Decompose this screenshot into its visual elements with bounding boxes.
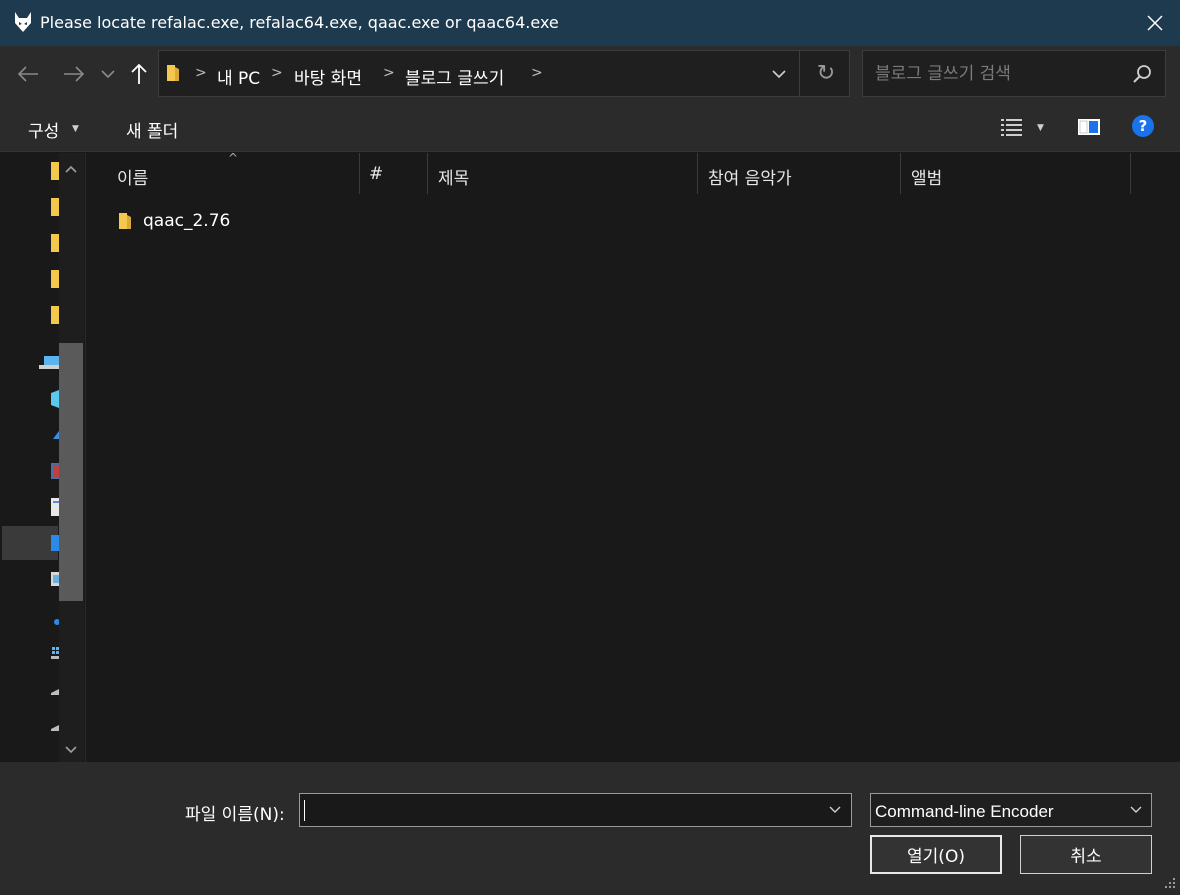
file-list[interactable]: ^ 이름 # 제목 참여 음악가 앨범 qaac_2.76: [87, 151, 1180, 762]
dialog-footer: 파일 이름(N): Command-line Encoder 열기(O) 취소: [0, 762, 1180, 895]
breadcrumb-desktop[interactable]: 바탕 화면: [294, 64, 362, 89]
view-options-button[interactable]: [1000, 115, 1024, 139]
filetype-select[interactable]: Command-line Encoder: [870, 793, 1152, 827]
window-title: Please locate refalac.exe, refalac64.exe…: [40, 13, 559, 32]
search-input[interactable]: [863, 51, 1123, 96]
back-arrow-icon: [17, 66, 38, 82]
folder-icon: [167, 65, 179, 81]
column-header-artist[interactable]: 참여 음악가: [698, 153, 900, 195]
resize-grip-icon[interactable]: [1163, 876, 1177, 890]
pictures-icon[interactable]: [49, 569, 59, 589]
downloads-icon[interactable]: [49, 425, 59, 445]
column-header-title[interactable]: 제목: [428, 153, 697, 195]
documents-icon[interactable]: [49, 497, 59, 517]
title-bar: Please locate refalac.exe, refalac64.exe…: [0, 0, 1180, 46]
svg-text:?: ?: [1139, 117, 1148, 135]
breadcrumb-blog-writing[interactable]: 블로그 글쓰기: [405, 64, 504, 89]
breadcrumb-separator: >: [195, 65, 207, 81]
search-icon[interactable]: [1129, 61, 1155, 87]
open-button[interactable]: 열기(O): [870, 835, 1002, 874]
caret-down-icon[interactable]: ▼: [1037, 123, 1044, 133]
chevron-down-icon[interactable]: [828, 802, 842, 816]
fox-icon: [15, 12, 31, 32]
view-details-icon: [1001, 119, 1022, 136]
folder-icon: [119, 213, 131, 229]
help-icon: ?: [1132, 115, 1154, 137]
command-bar: 구성 ▼ 새 폴더 ▼ ?: [0, 102, 1180, 152]
forward-arrow-icon: [64, 66, 85, 82]
column-label-number: #: [369, 164, 384, 184]
up-button[interactable]: [126, 60, 152, 88]
folder-icon[interactable]: [49, 233, 59, 253]
navigation-pane[interactable]: [0, 153, 86, 762]
chevron-down-icon: [101, 70, 115, 79]
column-label-title: 제목: [438, 169, 470, 189]
list-item[interactable]: qaac_2.76: [117, 208, 230, 234]
breadcrumb-this-pc[interactable]: 내 PC: [217, 64, 260, 89]
breadcrumb-separator: >: [271, 65, 283, 81]
scroll-up-icon[interactable]: [62, 160, 80, 178]
folder-icon[interactable]: [49, 197, 59, 217]
breadcrumb-separator: >: [531, 65, 543, 81]
filename-label: 파일 이름(N):: [185, 805, 285, 825]
address-history-dropdown[interactable]: [761, 51, 797, 96]
preview-pane-button[interactable]: [1077, 115, 1101, 139]
breadcrumb-separator: >: [383, 65, 395, 81]
column-label-album: 앨범: [911, 169, 943, 189]
desktop-icon[interactable]: [49, 533, 59, 553]
column-divider[interactable]: [1130, 153, 1131, 194]
back-button[interactable]: [14, 60, 42, 88]
recent-locations-button[interactable]: [98, 60, 118, 88]
this-pc-icon[interactable]: [38, 353, 59, 373]
music-icon[interactable]: [49, 611, 59, 631]
nav-scrollbar-thumb[interactable]: [59, 343, 83, 601]
filename-field[interactable]: [299, 793, 852, 827]
3d-objects-icon[interactable]: [49, 389, 59, 409]
column-header-name[interactable]: 이름: [87, 153, 359, 195]
cancel-button[interactable]: 취소: [1020, 835, 1152, 874]
new-folder-button[interactable]: 새 폴더: [126, 117, 178, 142]
column-label-artist: 참여 음악가: [708, 169, 792, 189]
folder-icon[interactable]: [49, 305, 59, 325]
address-divider: [799, 51, 800, 96]
chevron-down-icon: [1130, 806, 1142, 813]
filetype-value: Command-line Encoder: [875, 802, 1054, 821]
forward-button[interactable]: [60, 60, 88, 88]
videos-icon[interactable]: [49, 461, 59, 481]
preview-pane-icon: [1078, 119, 1100, 135]
drive-icon[interactable]: [49, 717, 59, 737]
drive-icon[interactable]: [49, 681, 59, 701]
caret-down-icon: ▼: [72, 124, 79, 134]
text-cursor: [304, 800, 305, 821]
refresh-button[interactable]: ↻: [804, 51, 848, 96]
search-box[interactable]: [862, 50, 1166, 97]
column-header-number[interactable]: #: [360, 153, 427, 195]
navigation-bar: > 내 PC > 바탕 화면 > 블로그 글쓰기 > ↻: [0, 46, 1180, 102]
help-button[interactable]: ?: [1131, 114, 1155, 138]
column-label-name: 이름: [117, 169, 149, 189]
organize-button[interactable]: 구성: [28, 117, 59, 142]
folder-icon[interactable]: [49, 161, 59, 181]
scroll-down-icon[interactable]: [62, 741, 80, 759]
folder-icon[interactable]: [49, 269, 59, 289]
close-button[interactable]: [1130, 0, 1180, 46]
address-bar[interactable]: > 내 PC > 바탕 화면 > 블로그 글쓰기 > ↻: [158, 50, 850, 97]
chevron-down-icon: [772, 69, 786, 78]
column-header-album[interactable]: 앨범: [901, 153, 1130, 195]
up-arrow-icon: [131, 63, 147, 84]
windows-drive-icon[interactable]: [49, 643, 59, 663]
file-name: qaac_2.76: [143, 211, 231, 231]
refresh-icon: ↻: [816, 61, 836, 86]
close-icon: [1147, 15, 1163, 31]
